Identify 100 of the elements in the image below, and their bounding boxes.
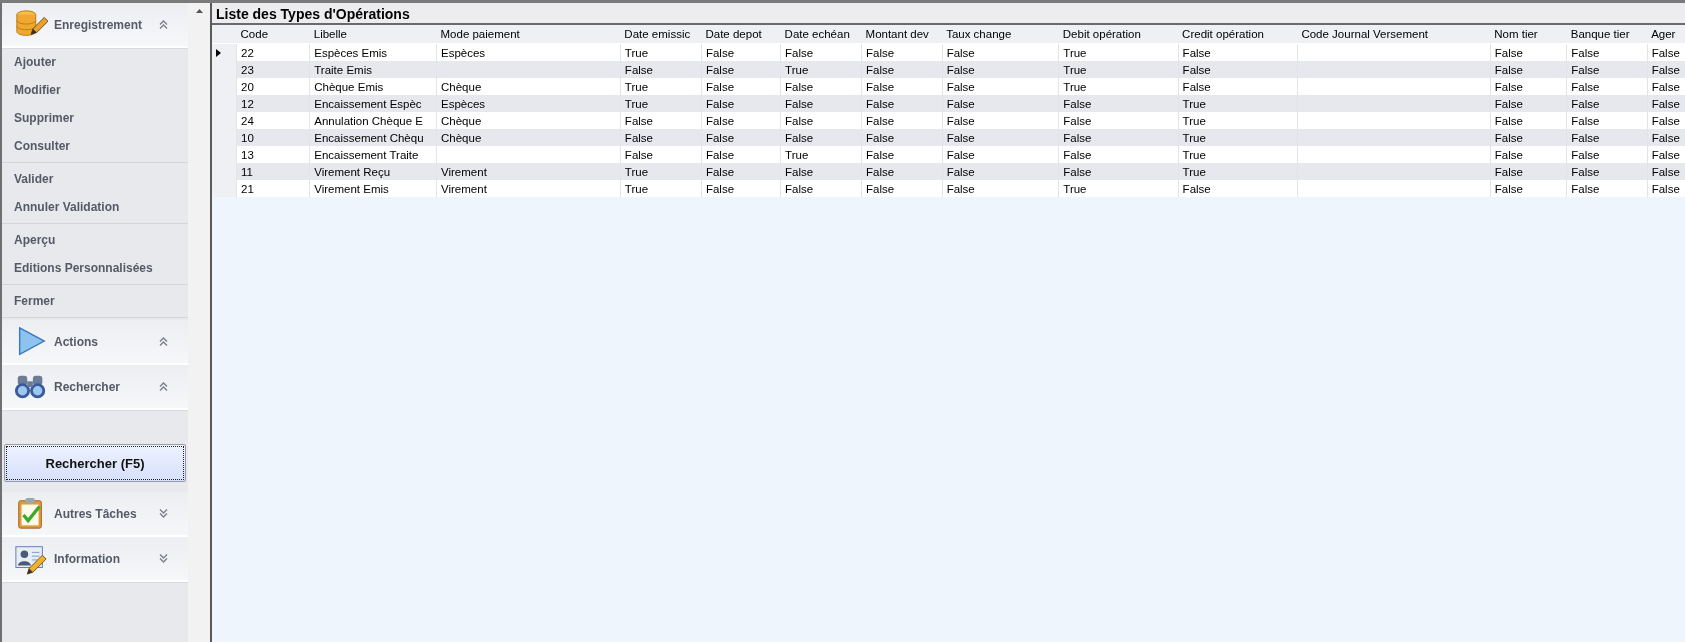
column-header[interactable]: Date echéan bbox=[780, 25, 862, 44]
table-cell: False bbox=[1566, 146, 1648, 163]
column-header[interactable]: Ager bbox=[1647, 25, 1685, 44]
table-cell: False bbox=[701, 163, 781, 180]
table-cell: False bbox=[1058, 146, 1179, 163]
table-cell: False bbox=[942, 146, 1059, 163]
sidebar-item[interactable]: Valider bbox=[2, 165, 54, 193]
table-cell: False bbox=[1566, 95, 1648, 112]
table-cell: False bbox=[620, 112, 702, 129]
table-cell: False bbox=[1566, 129, 1648, 146]
table-cell: False bbox=[1566, 112, 1648, 129]
table-cell: 11 bbox=[236, 163, 310, 180]
table-cell: False bbox=[1647, 180, 1685, 197]
collapse-chevron-icon[interactable] bbox=[159, 382, 168, 391]
table-cell: True bbox=[1178, 146, 1298, 163]
table-cell: False bbox=[942, 95, 1059, 112]
grid-title: Liste des Types d'Opérations bbox=[212, 3, 1685, 25]
table-cell: False bbox=[1178, 78, 1298, 95]
expand-chevron-icon[interactable] bbox=[159, 509, 168, 518]
sidebar-item[interactable]: Ajouter bbox=[2, 48, 56, 76]
expand-chevron-icon[interactable] bbox=[159, 554, 168, 563]
table-cell: False bbox=[1178, 180, 1298, 197]
table-cell: False bbox=[1566, 78, 1648, 95]
group-header[interactable]: Actions bbox=[2, 320, 188, 365]
table-cell: False bbox=[1647, 129, 1685, 146]
search-button[interactable]: Rechercher (F5) bbox=[4, 444, 186, 482]
group-header[interactable]: Rechercher bbox=[2, 365, 188, 410]
table-cell: False bbox=[701, 112, 781, 129]
column-header[interactable]: Nom tier bbox=[1490, 25, 1567, 44]
table-cell: False bbox=[1490, 146, 1567, 163]
table-cell: False bbox=[942, 61, 1059, 78]
sidebar-item[interactable]: Editions Personnalisées bbox=[2, 254, 153, 282]
table-cell: False bbox=[1490, 78, 1567, 95]
table-cell: False bbox=[701, 129, 781, 146]
table-cell: False bbox=[620, 129, 702, 146]
table-cell: False bbox=[942, 78, 1059, 95]
sidebar-item[interactable]: Modifier bbox=[2, 76, 61, 104]
table-cell: False bbox=[1490, 95, 1567, 112]
sidebar-item[interactable]: Aperçu bbox=[2, 226, 56, 254]
sidebar-item[interactable]: Consulter bbox=[2, 132, 70, 160]
table-cell: True bbox=[780, 146, 862, 163]
table-cell: True bbox=[620, 163, 702, 180]
group-title: Enregistrement bbox=[54, 17, 144, 32]
column-header[interactable]: Debit opération bbox=[1058, 25, 1179, 44]
table-cell: False bbox=[861, 163, 943, 180]
table-cell: False bbox=[1058, 129, 1179, 146]
column-header[interactable]: Date depot bbox=[701, 25, 781, 44]
table-cell: False bbox=[861, 78, 943, 95]
table-cell: 23 bbox=[236, 61, 310, 78]
scroll-up-icon[interactable] bbox=[195, 9, 203, 13]
sidebar-item[interactable]: Supprimer bbox=[2, 104, 74, 132]
sidebar-item[interactable]: Fermer bbox=[2, 287, 55, 315]
table-cell: False bbox=[620, 146, 702, 163]
table-cell: False bbox=[1058, 112, 1179, 129]
table-cell: False bbox=[780, 112, 862, 129]
group-header[interactable]: Enregistrement bbox=[2, 3, 188, 48]
table-cell: Virement Emis bbox=[309, 180, 437, 197]
group-header[interactable]: Information bbox=[2, 537, 188, 582]
column-header[interactable]: Mode paiement bbox=[436, 25, 621, 44]
table-cell: False bbox=[942, 180, 1059, 197]
table-cell: False bbox=[861, 61, 943, 78]
group-header[interactable]: Autres Tâches bbox=[2, 492, 188, 537]
table-cell: False bbox=[1490, 163, 1567, 180]
column-header[interactable]: Date emissic bbox=[620, 25, 702, 44]
table-cell: False bbox=[1566, 61, 1648, 78]
column-header[interactable]: Libelle bbox=[309, 25, 437, 44]
table-cell: True bbox=[1178, 129, 1298, 146]
table-cell: True bbox=[620, 95, 702, 112]
collapse-chevron-icon[interactable] bbox=[159, 337, 168, 346]
table-cell: Virement Reçu bbox=[309, 163, 437, 180]
table-cell: False bbox=[1647, 95, 1685, 112]
column-header[interactable]: Montant dev bbox=[861, 25, 943, 44]
table-cell: False bbox=[780, 95, 862, 112]
table-cell: False bbox=[1647, 163, 1685, 180]
table-cell: True bbox=[620, 78, 702, 95]
table-cell: False bbox=[780, 78, 862, 95]
column-header[interactable]: Credit opération bbox=[1178, 25, 1298, 44]
column-header[interactable]: Code bbox=[236, 25, 310, 44]
group-title: Rechercher bbox=[54, 379, 122, 394]
table-cell: False bbox=[1490, 61, 1567, 78]
table-cell: True bbox=[1058, 61, 1179, 78]
table-cell: False bbox=[620, 61, 702, 78]
table-cell: 12 bbox=[236, 95, 310, 112]
table-cell: True bbox=[1178, 112, 1298, 129]
table-cell: False bbox=[1566, 163, 1648, 180]
table-cell: False bbox=[861, 129, 943, 146]
column-header[interactable]: Banque tier bbox=[1566, 25, 1648, 44]
table-cell: Virement bbox=[436, 163, 621, 180]
sidebar-item[interactable]: Annuler Validation bbox=[2, 193, 120, 221]
table-cell: True bbox=[1178, 95, 1298, 112]
table-cell: False bbox=[1490, 180, 1567, 197]
table-cell: True bbox=[1058, 180, 1179, 197]
table-cell: False bbox=[861, 180, 943, 197]
column-header[interactable]: Taux change bbox=[942, 25, 1059, 44]
column-header[interactable]: Code Journal Versement bbox=[1297, 25, 1491, 44]
table-cell: Annulation Chèque E bbox=[309, 112, 437, 129]
table-cell: Espèces bbox=[436, 95, 621, 112]
collapse-chevron-icon[interactable] bbox=[159, 20, 168, 29]
table-cell: False bbox=[1647, 61, 1685, 78]
group-title: Autres Tâches bbox=[54, 506, 138, 521]
